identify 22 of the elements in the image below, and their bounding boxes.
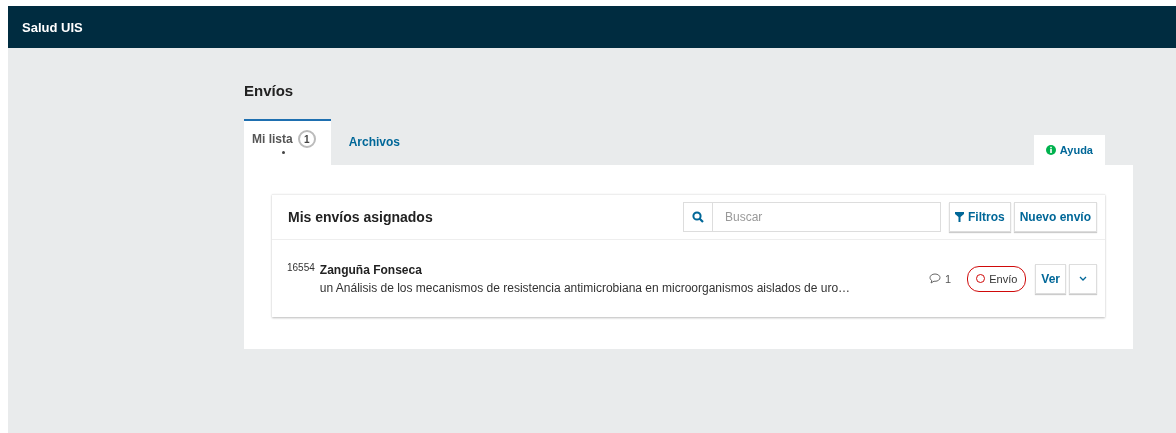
new-submission-button[interactable]: Nuevo envío — [1013, 202, 1097, 232]
comment-icon — [929, 273, 942, 284]
count-badge: 1 — [297, 130, 316, 148]
list-title: Mis envíos asignados — [288, 209, 434, 225]
filter-icon — [954, 212, 964, 222]
search-field[interactable]: Buscar — [712, 202, 941, 232]
info-icon — [1045, 145, 1056, 155]
stage-badge: Envío — [967, 265, 1027, 292]
chevron-down-icon — [1079, 276, 1087, 281]
page-title: Envíos — [244, 82, 295, 99]
comment-count: 1 — [945, 272, 952, 285]
search-button[interactable] — [682, 202, 713, 232]
view-button[interactable]: Ver — [1035, 263, 1066, 294]
submission-title: un Análisis de los mecanismos de resistencia antimicrobiana en microorganismos aislados de uro… — [319, 280, 852, 295]
site-title[interactable]: Salud UIS — [22, 19, 83, 35]
tab[interactable]: Mi lista 1 — [244, 119, 331, 165]
filters-button[interactable]: Filtros — [948, 202, 1011, 232]
search-icon — [691, 211, 704, 223]
help-button[interactable]: Ayuda — [1033, 135, 1105, 165]
author-name: Zanguña Fonseca — [319, 262, 423, 277]
submission-id: 16554 — [287, 262, 315, 273]
tab[interactable]: Archivos — [330, 119, 416, 165]
